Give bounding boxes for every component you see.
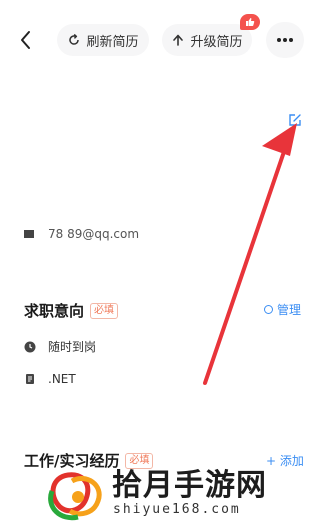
upgrade-resume-label: 升级简历 xyxy=(190,34,243,50)
email-row: 78 89@qq.com xyxy=(24,224,139,244)
availability-row[interactable]: 随时到岗 xyxy=(24,338,96,355)
refresh-icon xyxy=(69,33,80,45)
document-icon xyxy=(26,374,34,384)
availability-text: 随时到岗 xyxy=(48,340,97,354)
upgrade-resume-button[interactable]: 升级简历 xyxy=(162,24,252,56)
email-text: 78 89@qq.com xyxy=(48,227,140,241)
job-intention-header: 求职意向 必填 xyxy=(24,300,119,321)
more-dots-icon xyxy=(277,38,293,42)
mail-icon xyxy=(24,230,34,238)
edit-icon[interactable] xyxy=(288,113,302,127)
thumbs-up-badge xyxy=(240,14,260,30)
refresh-resume-button[interactable]: 刷新简历 xyxy=(57,24,149,56)
required-badge: 必填 xyxy=(90,302,119,319)
watermark-domain: shiyue168.com xyxy=(113,502,241,517)
arrow-up-icon xyxy=(173,34,184,46)
job-intention-title: 求职意向 xyxy=(24,302,85,320)
manage-button[interactable]: 管理 xyxy=(264,301,301,318)
position-text: .NET xyxy=(48,372,76,386)
chevron-left-icon xyxy=(21,31,30,49)
clock-icon xyxy=(24,341,36,352)
more-options-button[interactable] xyxy=(266,22,304,58)
position-row[interactable]: .NET xyxy=(24,372,76,386)
refresh-resume-label: 刷新简历 xyxy=(86,34,139,50)
top-bar: 刷新简历 升级简历 xyxy=(0,0,321,80)
manage-icon xyxy=(264,305,273,314)
manage-label: 管理 xyxy=(277,303,302,317)
watermark-brand: 拾月手游网 xyxy=(112,468,267,503)
thumbs-up-icon xyxy=(246,18,255,26)
back-button[interactable] xyxy=(14,28,38,52)
